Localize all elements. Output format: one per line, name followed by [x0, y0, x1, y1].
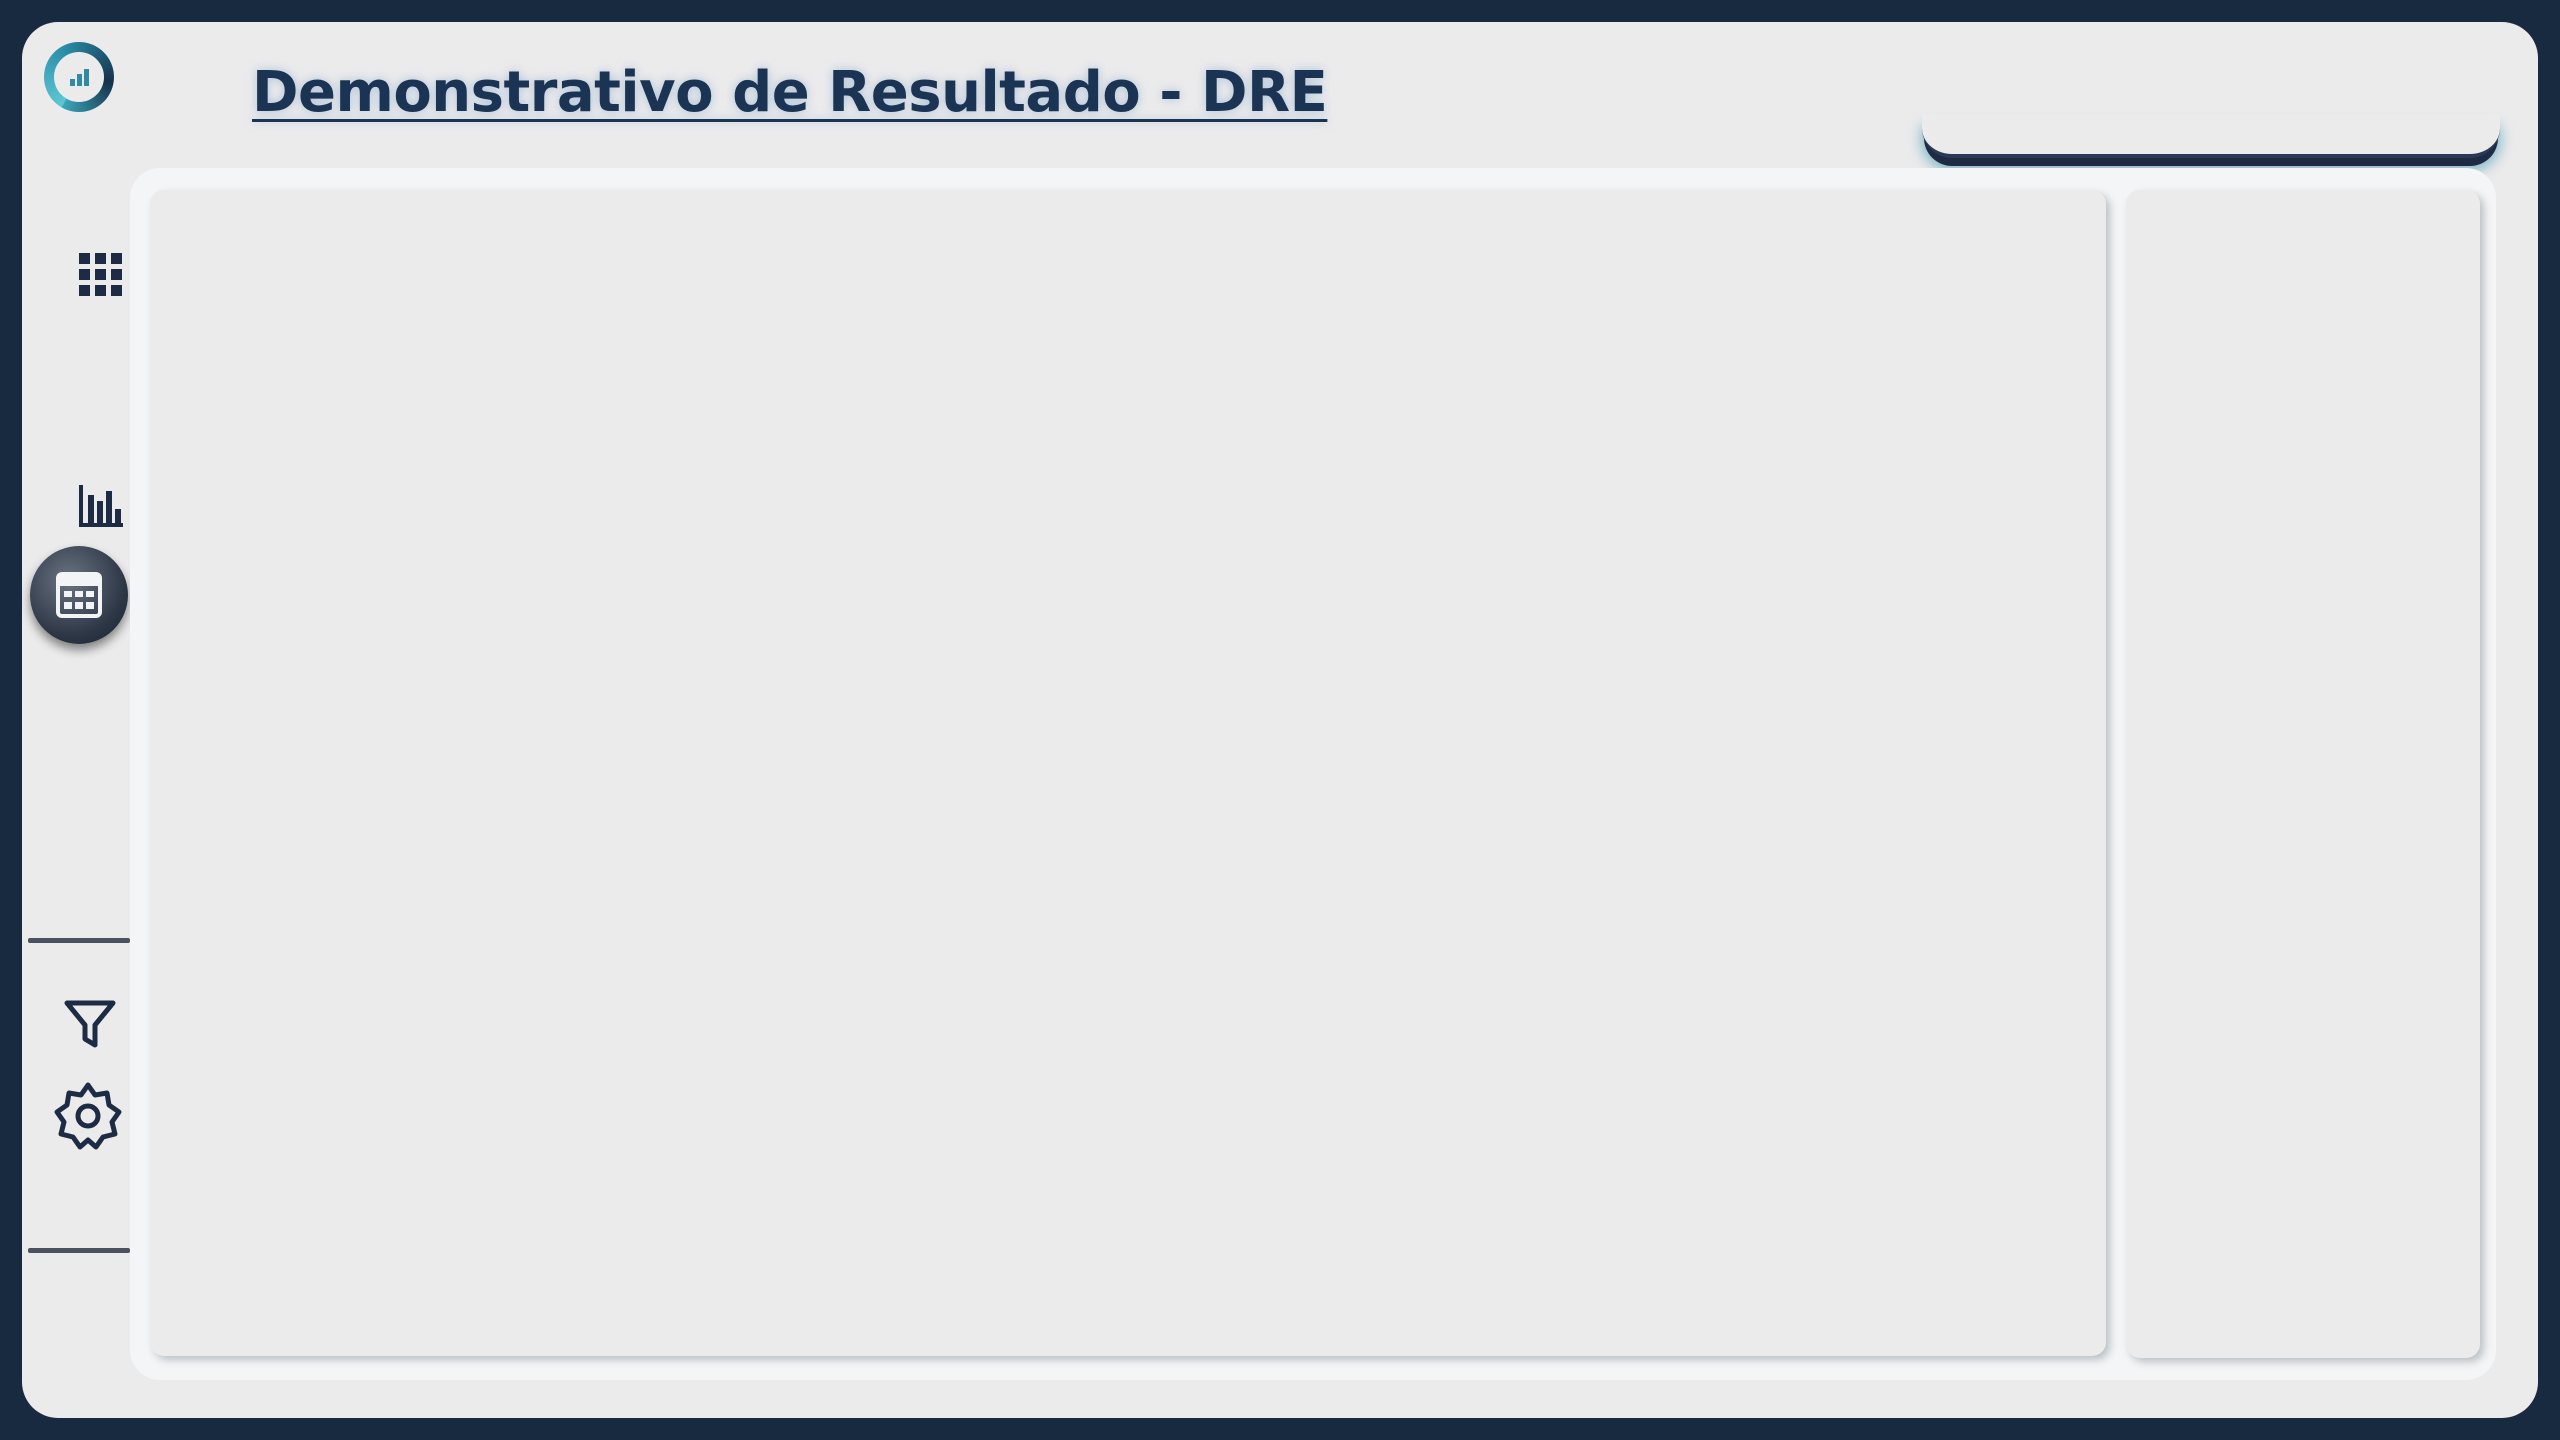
settings-button[interactable]	[44, 1072, 132, 1160]
calculator-icon	[56, 572, 102, 618]
content-panel	[130, 168, 2496, 1380]
sidebar-divider	[28, 1248, 130, 1253]
filter-icon	[64, 1000, 116, 1048]
app-window: Demonstrativo de Resultado - DRE	[22, 22, 2538, 1418]
sidebar-divider	[28, 938, 130, 943]
header-filter-slot[interactable]	[1922, 114, 2500, 158]
logo-bars-icon	[54, 52, 104, 102]
page-title: Demonstrativo de Resultado - DRE	[252, 60, 1328, 125]
gear-icon	[54, 1082, 122, 1150]
filter-button[interactable]	[50, 984, 130, 1064]
calculator-button[interactable]	[30, 546, 128, 644]
side-filter-card	[2126, 190, 2480, 1358]
main-report-card	[150, 190, 2106, 1356]
app-logo	[44, 42, 114, 112]
grid-icon	[79, 253, 122, 296]
bar-chart-icon	[79, 485, 123, 527]
